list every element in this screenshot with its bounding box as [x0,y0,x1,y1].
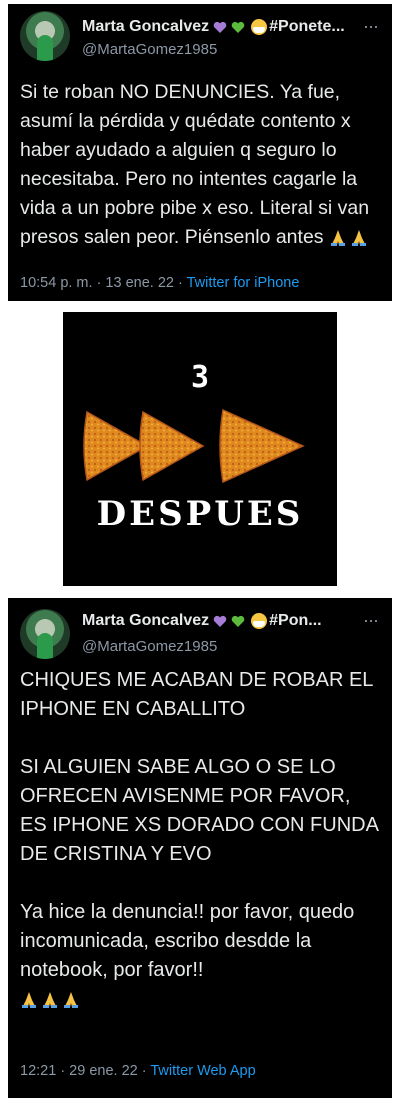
meme-image: 3 DESPUES [63,312,337,586]
hashtag[interactable]: #Ponete... [269,18,345,36]
tweet-source[interactable]: Twitter for iPhone [187,275,300,291]
green-heart-icon [231,21,245,34]
praying-hands-group [20,991,80,1009]
tweet-meta: 12:21 · 29 ene. 22 · Twitter Web App [20,1063,256,1079]
author-name[interactable]: Marta Goncalvez [82,18,209,36]
tweet-text: Si te roban NO DENUNCIES. Ya fue, asumí … [20,78,382,252]
purple-heart-icon [213,615,227,628]
tweet-card-1[interactable]: Marta Goncalvez #Ponete... @MartaGomez19… [8,4,392,301]
green-heart-icon [231,615,245,628]
author-handle[interactable]: @MartaGomez1985 [82,638,217,655]
face-mask-icon [251,19,268,35]
author-handle[interactable]: @MartaGomez1985 [82,41,217,58]
tweet-source[interactable]: Twitter Web App [150,1063,255,1079]
author-name-row[interactable]: Marta Goncalvez #Ponete... [82,18,345,36]
chip-1 [83,410,149,482]
author-name-row[interactable]: Marta Goncalvez #Pon... [82,612,322,630]
tweet-card-2[interactable]: Marta Goncalvez #Pon... @MartaGomez1985 … [8,598,392,1098]
more-options-icon[interactable]: ··· [363,610,379,631]
face-mask-icon [251,613,268,629]
fast-forward-doritos-icon [83,408,305,484]
tweet-timestamp[interactable]: 12:21 · 29 ene. 22 · [20,1063,150,1079]
praying-hands-icon [350,229,368,247]
praying-hands-icon [41,991,59,1009]
tweet-meta: 10:54 p. m. · 13 ene. 22 · Twitter for i… [20,275,299,291]
tweet-text-content: CHIQUES ME ACABAN DE ROBAR EL IPHONE EN … [20,669,378,981]
hashtag[interactable]: #Pon... [269,612,321,630]
chip-3 [219,408,305,484]
praying-hands-group [329,229,368,247]
praying-hands-icon [62,991,80,1009]
chip-2 [139,410,205,482]
purple-heart-icon [213,21,227,34]
tweet-text-content: Si te roban NO DENUNCIES. Ya fue, asumí … [20,81,370,248]
tweet-timestamp[interactable]: 10:54 p. m. · 13 ene. 22 · [20,275,187,291]
avatar[interactable] [20,609,70,659]
author-name[interactable]: Marta Goncalvez [82,612,209,630]
more-options-icon[interactable]: ··· [363,16,379,37]
praying-hands-icon [329,229,347,247]
meme-word: DESPUES [96,494,304,534]
praying-hands-icon [20,991,38,1009]
tweet-text: CHIQUES ME ACABAN DE ROBAR EL IPHONE EN … [20,666,382,1014]
avatar[interactable] [20,11,70,61]
